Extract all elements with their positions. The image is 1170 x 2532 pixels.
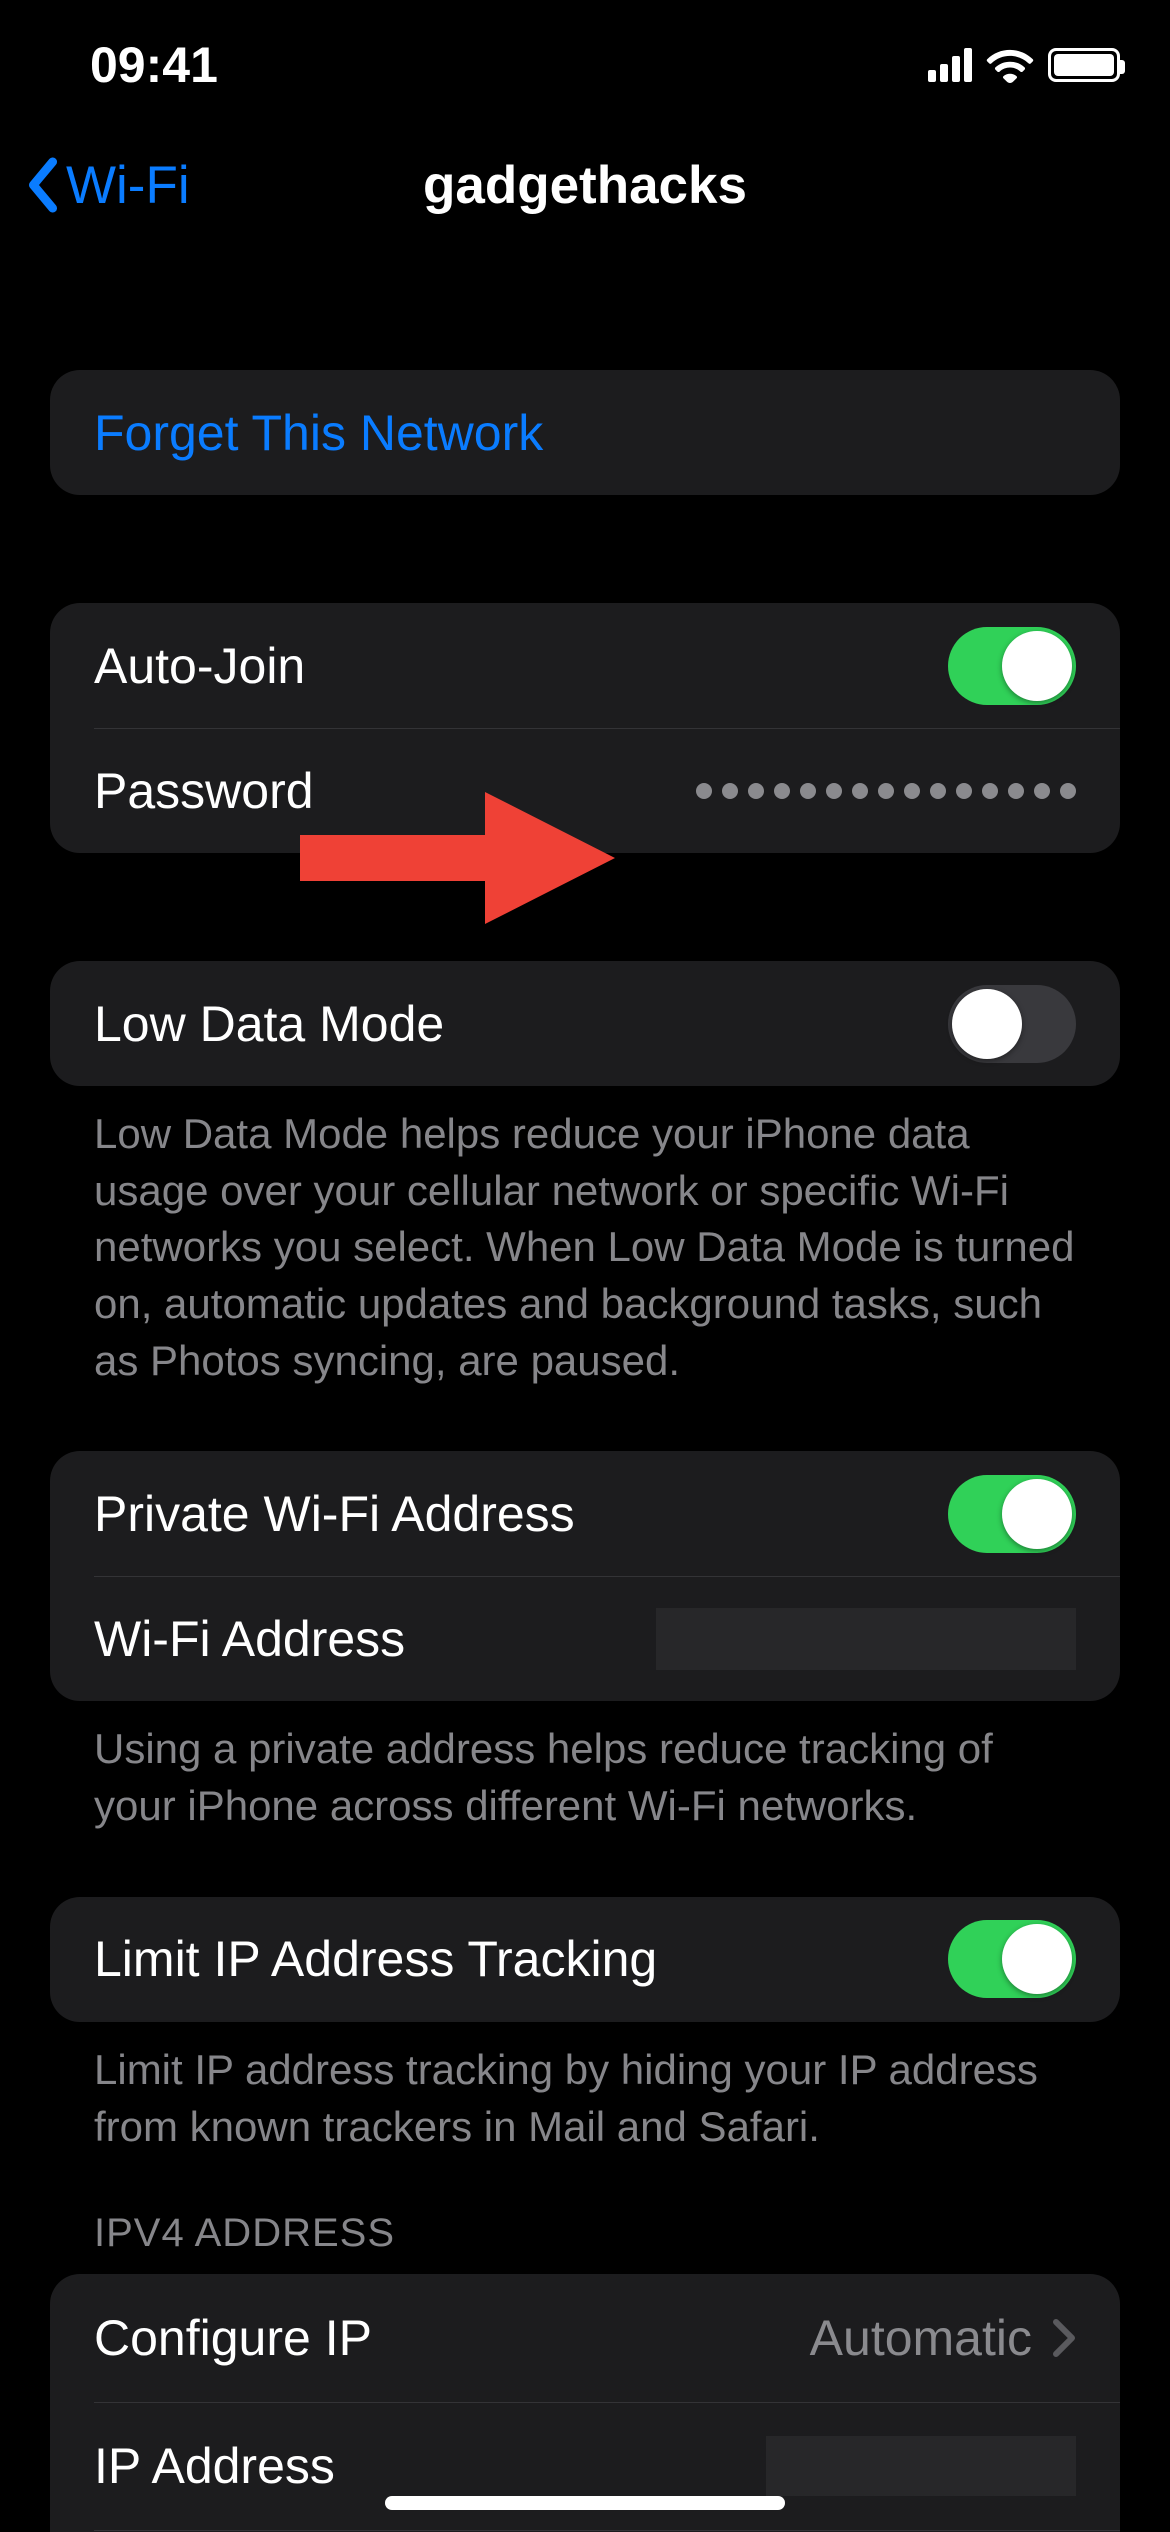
password-label: Password — [94, 762, 314, 820]
back-button[interactable]: Wi-Fi — [0, 155, 190, 216]
forget-network-label: Forget This Network — [94, 404, 543, 462]
limit-tracking-row: Limit IP Address Tracking — [50, 1897, 1120, 2022]
cellular-signal-icon — [928, 48, 972, 82]
wifi-icon — [986, 47, 1034, 83]
home-indicator[interactable] — [385, 2496, 785, 2510]
ip-address-label: IP Address — [94, 2437, 335, 2495]
status-bar: 09:41 — [0, 0, 1170, 130]
nav-header: Wi-Fi gadgethacks — [0, 130, 1170, 240]
configure-ip-label: Configure IP — [94, 2309, 372, 2367]
low-data-group: Low Data Mode — [50, 961, 1120, 1086]
status-time: 09:41 — [90, 36, 218, 94]
configure-ip-value: Automatic — [810, 2309, 1032, 2367]
limit-tracking-group: Limit IP Address Tracking — [50, 1897, 1120, 2022]
ip-address-value — [766, 2436, 1076, 2496]
back-label: Wi-Fi — [66, 155, 190, 216]
status-icons — [928, 47, 1120, 83]
ipv4-group: Configure IP Automatic IP Address Subnet… — [50, 2274, 1120, 2532]
low-data-row: Low Data Mode — [50, 961, 1120, 1086]
forget-network-group: Forget This Network — [50, 370, 1120, 495]
password-row[interactable]: Password — [50, 728, 1120, 853]
private-address-label: Private Wi-Fi Address — [94, 1485, 575, 1543]
forget-network-button[interactable]: Forget This Network — [50, 370, 1120, 495]
chevron-left-icon — [24, 156, 62, 214]
configure-ip-row[interactable]: Configure IP Automatic — [50, 2274, 1120, 2402]
wifi-address-value — [656, 1608, 1076, 1670]
battery-icon — [1048, 48, 1120, 82]
low-data-toggle[interactable] — [948, 985, 1076, 1063]
chevron-right-icon — [1052, 2318, 1076, 2358]
connection-group: Auto-Join Password — [50, 603, 1120, 853]
private-address-footer: Using a private address helps reduce tra… — [50, 1701, 1120, 1834]
limit-tracking-label: Limit IP Address Tracking — [94, 1930, 657, 1988]
low-data-label: Low Data Mode — [94, 995, 444, 1053]
auto-join-toggle[interactable] — [948, 627, 1076, 705]
auto-join-label: Auto-Join — [94, 637, 305, 695]
ipv4-section-header: IPV4 ADDRESS — [50, 2211, 1120, 2274]
password-value-masked — [696, 783, 1076, 799]
ip-address-row[interactable]: IP Address — [50, 2402, 1120, 2530]
wifi-address-row[interactable]: Wi-Fi Address — [50, 1576, 1120, 1701]
wifi-address-label: Wi-Fi Address — [94, 1610, 405, 1668]
private-address-group: Private Wi-Fi Address Wi-Fi Address — [50, 1451, 1120, 1701]
limit-tracking-footer: Limit IP address tracking by hiding your… — [50, 2022, 1120, 2155]
private-address-row: Private Wi-Fi Address — [50, 1451, 1120, 1576]
private-address-toggle[interactable] — [948, 1475, 1076, 1553]
auto-join-row: Auto-Join — [50, 603, 1120, 728]
limit-tracking-toggle[interactable] — [948, 1920, 1076, 1998]
low-data-footer: Low Data Mode helps reduce your iPhone d… — [50, 1086, 1120, 1389]
